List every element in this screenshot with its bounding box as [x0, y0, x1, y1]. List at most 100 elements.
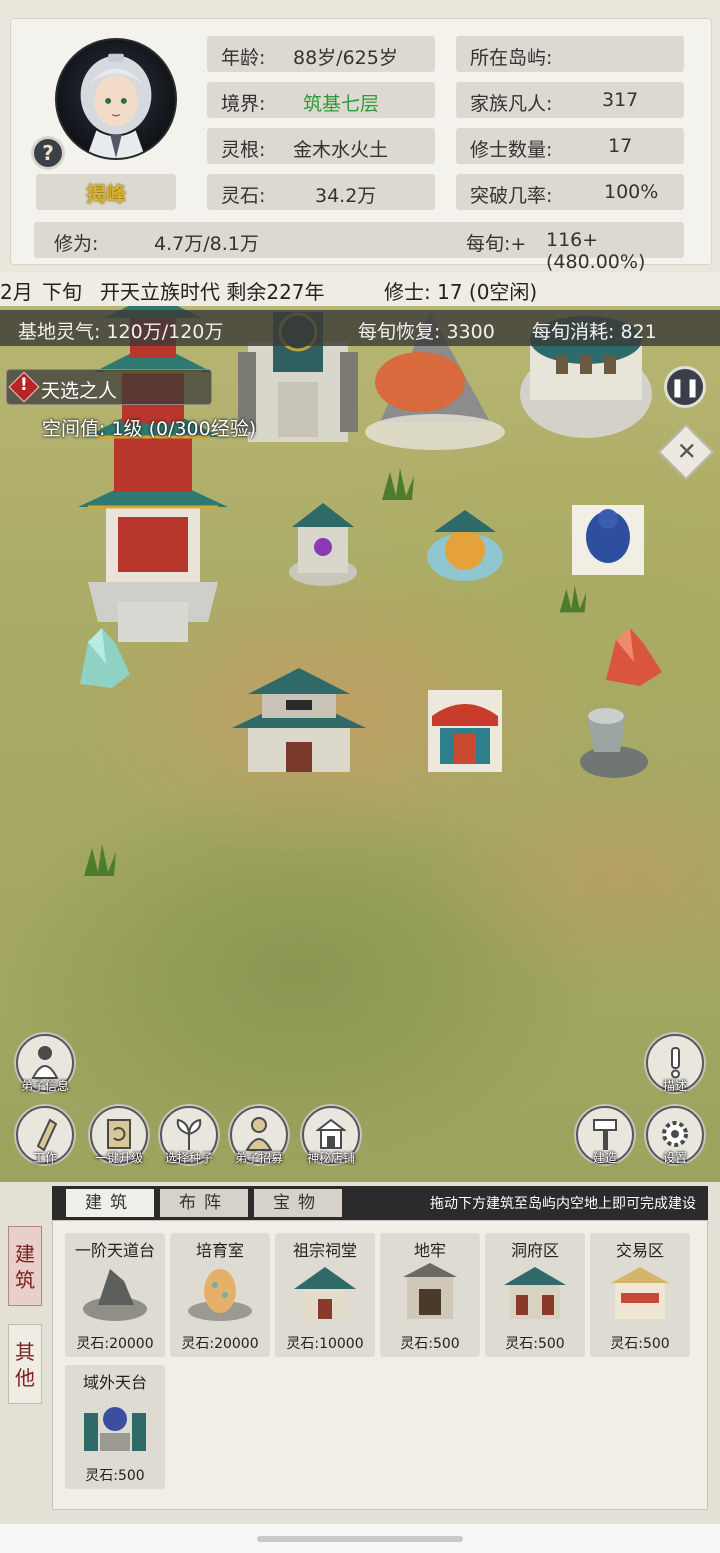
- disciple-info-label: 弟子信息: [20, 1079, 69, 1093]
- island-row: 所在岛屿:: [456, 36, 684, 72]
- pagoda-building[interactable]: [78, 302, 228, 647]
- side-tab-other[interactable]: 其他: [8, 1324, 42, 1404]
- quest-banner[interactable]: ! 天选之人: [6, 369, 212, 405]
- main-hall-building[interactable]: [232, 668, 366, 778]
- build-tab-strip: 建筑 布阵 宝物 拖动下方建筑至岛屿内空地上即可完成建设: [52, 1186, 708, 1220]
- help-button[interactable]: ?: [31, 136, 65, 170]
- player-info-panel: ? 揭峰 年龄: 88岁/625岁 境界: 筑基七层 灵根: 金木水火土 灵石:…: [0, 0, 720, 273]
- pause-icon: ❚❚: [669, 376, 701, 398]
- tab-treasure[interactable]: 宝物: [254, 1189, 342, 1217]
- build-card[interactable]: 一阶天道台 灵石:20000: [65, 1233, 165, 1357]
- spirit-stone-value: 34.2万: [315, 185, 377, 207]
- pause-button[interactable]: ❚❚: [664, 366, 706, 408]
- card-cost: 灵石:20000: [181, 1336, 259, 1352]
- cultivators-row: 修士数量: 17: [456, 128, 684, 164]
- spirit-stone-row: 灵石: 34.2万: [207, 174, 435, 210]
- realm-label: 境界:: [221, 93, 266, 115]
- player-avatar[interactable]: [55, 38, 177, 160]
- work-button[interactable]: 工作: [16, 1106, 74, 1165]
- breakthrough-label: 突破几率:: [470, 185, 553, 207]
- dungeon-icon: [403, 1263, 457, 1319]
- cultivators-status: 修士: 17 (0空闲): [384, 280, 538, 304]
- grass-tuft: [559, 585, 587, 613]
- avatar-portrait-icon: [80, 53, 152, 158]
- card-cost: 灵石:500: [505, 1336, 565, 1352]
- purple-shrine[interactable]: [288, 497, 358, 587]
- mortals-label: 家族凡人:: [470, 93, 553, 115]
- grass-tuft: [382, 468, 414, 500]
- spirit-root-label: 灵根:: [221, 139, 266, 161]
- island-map[interactable]: [0, 272, 720, 1182]
- market-stall-building[interactable]: [424, 686, 506, 776]
- recruit-disciple-button[interactable]: 弟子招募: [230, 1106, 288, 1165]
- tab-formation[interactable]: 布阵: [160, 1189, 248, 1217]
- build-card[interactable]: 交易区 灵石:500: [590, 1233, 690, 1357]
- spirit-stone-label: 灵石:: [221, 185, 266, 207]
- close-icon: ✕: [676, 437, 697, 466]
- build-label: 建造: [592, 1151, 617, 1165]
- one-click-upgrade-button[interactable]: 一键升级: [90, 1106, 148, 1165]
- shop-icon: [316, 1118, 346, 1149]
- settings-button[interactable]: 设置: [646, 1106, 704, 1165]
- mystery-shop-button[interactable]: 神秘店铺: [302, 1106, 360, 1165]
- orb-altar[interactable]: [420, 502, 510, 592]
- red-crystal[interactable]: [602, 626, 666, 690]
- recruit-icon: [245, 1117, 273, 1151]
- mystery-shop-label: 神秘店铺: [306, 1151, 355, 1165]
- island-label: 所在岛屿:: [470, 47, 553, 69]
- cultivators-value: 17: [608, 135, 633, 157]
- heaven-platform-icon: [83, 1269, 147, 1321]
- card-cost: 灵石:10000: [286, 1336, 364, 1352]
- build-card[interactable]: 地牢 灵石:500: [380, 1233, 480, 1357]
- card-name: 交易区: [615, 1241, 664, 1260]
- mortals-row: 家族凡人: 317: [456, 82, 684, 118]
- cultivators-label: 修士数量:: [470, 139, 553, 161]
- breakthrough-row: 突破几率: 100%: [456, 174, 684, 210]
- side-tab-building[interactable]: 建筑: [8, 1226, 42, 1306]
- spirit-root-row: 灵根: 金木水火土: [207, 128, 435, 164]
- blue-crystal[interactable]: [72, 624, 136, 692]
- gear-icon: [662, 1121, 688, 1147]
- cannon-statue[interactable]: [574, 702, 654, 782]
- select-seed-button[interactable]: 选择种子: [160, 1106, 218, 1165]
- outer-platform-icon: [84, 1407, 146, 1451]
- build-card[interactable]: 祖宗祠堂 灵石:10000: [275, 1233, 375, 1357]
- grass-tuft: [84, 844, 116, 876]
- breakthrough-value: 100%: [604, 181, 659, 203]
- home-indicator[interactable]: [257, 1536, 463, 1542]
- realm-value: 筑基七层: [303, 93, 380, 115]
- month-text: 2月: [0, 280, 33, 304]
- trade-stall-icon: [611, 1267, 669, 1319]
- build-button[interactable]: 建造: [576, 1106, 634, 1165]
- egg-nest-icon: [188, 1269, 252, 1321]
- timeline-bar: 2月 下旬 开天立族时代 剩余227年 修士: 17 (0空闲): [0, 272, 720, 306]
- work-icon: [36, 1118, 58, 1152]
- build-card[interactable]: 洞府区 灵石:500: [485, 1233, 585, 1357]
- build-card[interactable]: 培育室 灵石:20000: [170, 1233, 270, 1357]
- card-cost: 灵石:500: [610, 1336, 670, 1352]
- disciple-info-button[interactable]: 弟子信息: [16, 1034, 74, 1093]
- tab-building[interactable]: 建筑: [66, 1189, 154, 1217]
- build-hint-text: 拖动下方建筑至岛屿内空地上即可完成建设: [430, 1196, 696, 1212]
- card-name: 培育室: [195, 1241, 244, 1260]
- beast-statue[interactable]: [568, 497, 648, 582]
- cave-dwelling-icon: [504, 1267, 566, 1319]
- qi-status-bar: 基地灵气: 120万/120万 每旬恢复: 3300 每旬消耗: 821: [0, 310, 720, 346]
- player-name[interactable]: 揭峰: [36, 174, 176, 210]
- build-card[interactable]: 域外天台 灵石:500: [65, 1365, 165, 1489]
- settings-label: 设置: [662, 1151, 687, 1165]
- base-qi-text: 基地灵气: 120万/120万: [18, 321, 224, 343]
- work-label: 工作: [32, 1151, 57, 1165]
- ancestral-hall-icon: [294, 1267, 356, 1319]
- cultivation-value: 4.7万/8.1万: [154, 233, 259, 255]
- age-label: 年龄:: [221, 47, 266, 69]
- hammer-icon: [593, 1119, 617, 1150]
- card-name: 地牢: [413, 1241, 446, 1260]
- card-cost: 灵石:500: [400, 1336, 460, 1352]
- exclamation-mark-icon: !: [20, 375, 28, 395]
- card-name: 洞府区: [510, 1241, 559, 1260]
- card-name: 祖宗祠堂: [292, 1241, 357, 1260]
- age-row: 年龄: 88岁/625岁: [207, 36, 435, 72]
- describe-button[interactable]: 描述: [646, 1034, 704, 1093]
- mortals-value: 317: [602, 89, 639, 111]
